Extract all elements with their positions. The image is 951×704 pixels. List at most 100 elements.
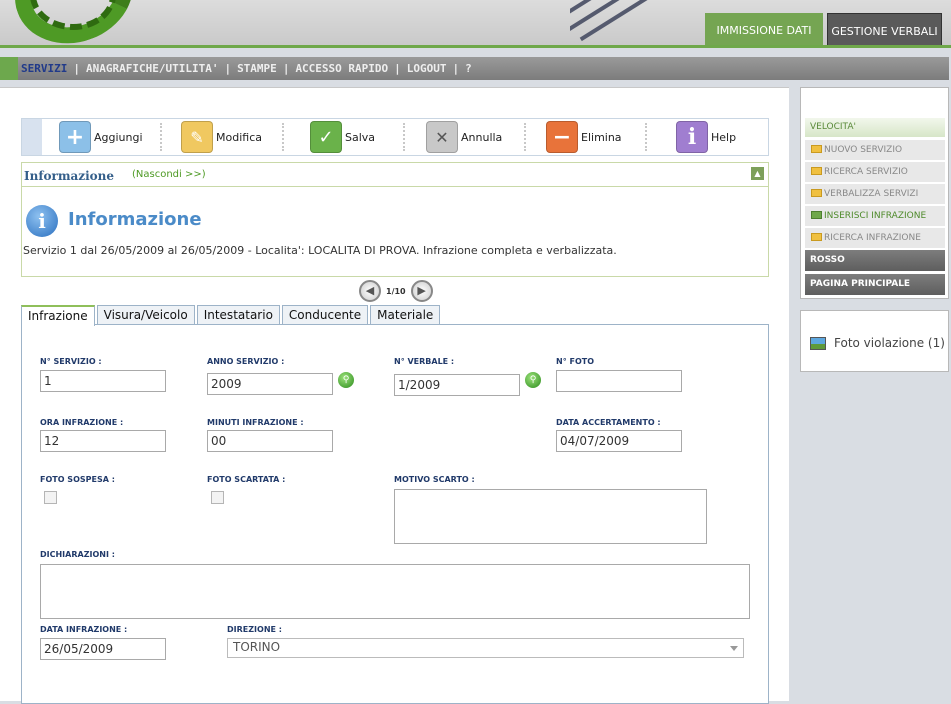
record-pager: ◀ 1/10 ▶	[359, 279, 433, 303]
tab-conducente[interactable]: Conducente	[281, 305, 369, 325]
layout-gutter	[789, 87, 800, 701]
ora-infrazione-field[interactable]: 12	[40, 430, 166, 452]
foto-violazione-link[interactable]: Foto violazione (1)	[810, 336, 945, 350]
sidebar-item-ricerca-infrazione[interactable]: RICERCA INFRAZIONE	[805, 228, 945, 248]
edit-label: Modifica	[216, 130, 262, 144]
motivo-scarto-label: MOTIVO SCARTO :	[394, 475, 475, 484]
foto-scartata-checkbox[interactable]	[211, 491, 224, 504]
dichiarazioni-label: DICHIARAZIONI :	[40, 550, 115, 559]
data-infrazione-field[interactable]: 26/05/2009	[40, 638, 166, 660]
minuti-infrazione-field[interactable]: 00	[207, 430, 333, 452]
delete-label: Elimina	[581, 130, 622, 144]
tab-immissione-dati[interactable]: IMMISSIONE DATI	[705, 13, 823, 47]
sidebar-item-inserisci-infrazione[interactable]: INSERISCI INFRAZIONE	[805, 206, 945, 226]
delete-button[interactable]: − Elimina	[546, 121, 622, 153]
search-icon[interactable]: ⚲	[338, 372, 354, 388]
image-icon	[810, 336, 826, 350]
folder-icon	[811, 233, 822, 241]
foto-violazione-label: Foto violazione (1)	[834, 336, 945, 350]
nav-item-accesso-rapido[interactable]: ACCESSO RAPIDO	[295, 62, 388, 75]
foto-sospesa-label: FOTO SOSPESA :	[40, 475, 115, 484]
nav-item-anagrafiche[interactable]: ANAGRAFICHE/UTILITA'	[86, 62, 218, 75]
pager-position: 1/10	[386, 286, 406, 296]
hide-info-link[interactable]: (Nascondi >>)	[132, 169, 206, 180]
tab-materiale[interactable]: Materiale	[370, 305, 441, 325]
nav-item-help[interactable]: ?	[465, 62, 472, 75]
data-accertamento-field[interactable]: 04/07/2009	[556, 430, 682, 452]
information-icon: i	[26, 205, 58, 237]
n-foto-field[interactable]	[556, 370, 682, 392]
sidebar-item-rosso[interactable]: ROSSO	[805, 250, 945, 271]
n-foto-label: N° FOTO	[556, 357, 595, 366]
detail-tabs: Infrazione Visura/Veicolo Intestatario C…	[21, 305, 442, 326]
n-servizio-label: N° SERVIZIO :	[40, 357, 102, 366]
cancel-label: Annulla	[461, 130, 503, 144]
info-message: Servizio 1 dal 26/05/2009 al 26/05/2009 …	[23, 244, 617, 257]
edit-button[interactable]: ✎ Modifica	[181, 121, 262, 153]
sidebar-heading: VELOCITA'	[805, 118, 945, 137]
anno-servizio-field[interactable]: 2009	[207, 373, 333, 395]
cancel-button[interactable]: ✕ Annulla	[426, 121, 502, 153]
n-servizio-field[interactable]: 1	[40, 370, 166, 392]
photo-panel: Foto violazione (1)	[800, 310, 949, 372]
info-icon: i	[676, 121, 708, 153]
main-content: + Aggiungi ✎ Modifica ✓ Salva ✕ Annulla …	[0, 87, 789, 704]
edit-icon: ✎	[181, 121, 213, 153]
cancel-document-icon: ✕	[426, 121, 458, 153]
app-header: IMMISSIONE DATI GESTIONE VERBALI	[0, 0, 951, 60]
check-icon: ✓	[310, 121, 342, 153]
tab-gestione-verbali[interactable]: GESTIONE VERBALI	[827, 13, 942, 47]
folder-icon	[811, 167, 822, 175]
toolbar-grip	[22, 119, 42, 155]
nav-item-logout[interactable]: LOGOUT	[407, 62, 447, 75]
nav-item-stampe[interactable]: STAMPE	[237, 62, 277, 75]
save-button[interactable]: ✓ Salva	[310, 121, 375, 153]
tab-intestatario[interactable]: Intestatario	[196, 305, 280, 325]
direzione-select[interactable]: TORINO	[227, 638, 744, 658]
header-divider	[0, 45, 951, 48]
foto-sospesa-checkbox[interactable]	[44, 491, 57, 504]
add-button[interactable]: + Aggiungi	[59, 121, 143, 153]
info-section-title: Informazione	[24, 169, 115, 183]
minus-icon: −	[546, 121, 578, 153]
foto-scartata-label: FOTO SCARTATA :	[207, 475, 286, 484]
nav-item-servizi[interactable]: SERVIZI	[21, 62, 67, 75]
sidebar-item-pagina-principale[interactable]: PAGINA PRINCIPALE	[805, 274, 945, 295]
info-panel-header: Informazione (Nascondi >>) ▲	[22, 163, 768, 187]
dichiarazioni-textarea[interactable]	[40, 564, 750, 619]
next-record-icon[interactable]: ▶	[410, 280, 433, 302]
add-label: Aggiungi	[94, 130, 143, 144]
search-icon[interactable]: ⚲	[525, 372, 541, 388]
info-title: Informazione	[68, 209, 202, 230]
n-verbale-label: N° VERBALE :	[394, 357, 455, 366]
help-button[interactable]: i Help	[676, 121, 736, 153]
n-verbale-field[interactable]: 1/2009	[394, 374, 520, 396]
collapse-up-icon[interactable]: ▲	[751, 167, 764, 180]
save-label: Salva	[345, 130, 376, 144]
folder-icon	[811, 189, 822, 197]
tab-visura-veicolo[interactable]: Visura/Veicolo	[96, 305, 195, 325]
tab-infrazione[interactable]: Infrazione	[21, 305, 95, 326]
motivo-scarto-textarea[interactable]	[394, 489, 707, 544]
info-panel: Informazione (Nascondi >>) ▲ i Informazi…	[21, 162, 769, 277]
folder-icon	[811, 145, 822, 153]
anno-servizio-label: ANNO SERVIZIO :	[207, 357, 285, 366]
header-decoration	[570, 0, 710, 47]
minuti-infrazione-label: MINUTI INFRAZIONE :	[207, 418, 304, 427]
sidebar-item-verbalizza-servizi[interactable]: VERBALIZZA SERVIZI	[805, 184, 945, 204]
infrazione-form: N° SERVIZIO : 1 ANNO SERVIZIO : 2009 ⚲ N…	[21, 324, 769, 704]
sidebar-menu: VELOCITA' NUOVO SERVIZIO RICERCA SERVIZI…	[800, 87, 949, 299]
chevron-down-icon	[730, 646, 738, 651]
sidebar-item-ricerca-servizio[interactable]: RICERCA SERVIZIO	[805, 162, 945, 182]
folder-icon	[811, 211, 822, 219]
help-label: Help	[711, 130, 737, 144]
main-nav: SERVIZI | ANAGRAFICHE/UTILITA' | STAMPE …	[0, 57, 949, 80]
ora-infrazione-label: ORA INFRAZIONE :	[40, 418, 124, 427]
direzione-label: DIREZIONE :	[227, 625, 282, 634]
direzione-value: TORINO	[233, 640, 281, 654]
nav-marker	[0, 57, 18, 80]
plus-icon: +	[59, 121, 91, 153]
previous-record-icon[interactable]: ◀	[359, 280, 381, 302]
sidebar-item-nuovo-servizio[interactable]: NUOVO SERVIZIO	[805, 140, 945, 160]
data-infrazione-label: DATA INFRAZIONE :	[40, 625, 128, 634]
